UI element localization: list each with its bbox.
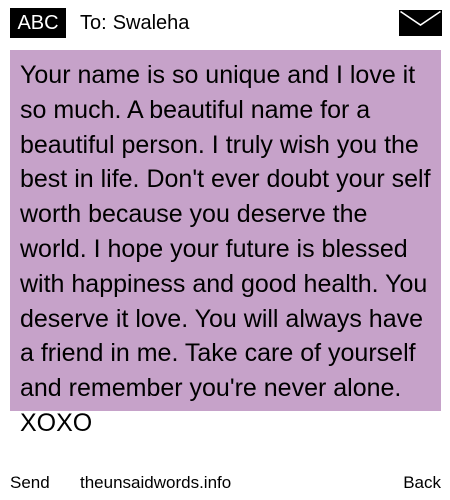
message-body[interactable]: Your name is so unique and I love it so … xyxy=(20,58,434,441)
site-label: theunsaidwords.info xyxy=(80,473,232,492)
message-header: ABC To: Swaleha xyxy=(0,0,450,46)
envelope-icon xyxy=(399,10,442,36)
softkey-bar: Send theunsaidwords.info Back xyxy=(0,472,450,496)
back-button[interactable]: Back xyxy=(403,472,441,494)
recipient-line: To: Swaleha xyxy=(80,10,189,36)
to-label: To: xyxy=(80,12,107,34)
input-mode-badge[interactable]: ABC xyxy=(10,8,66,38)
recipient-name: Swaleha xyxy=(112,12,190,34)
send-button[interactable]: Send xyxy=(10,472,50,494)
